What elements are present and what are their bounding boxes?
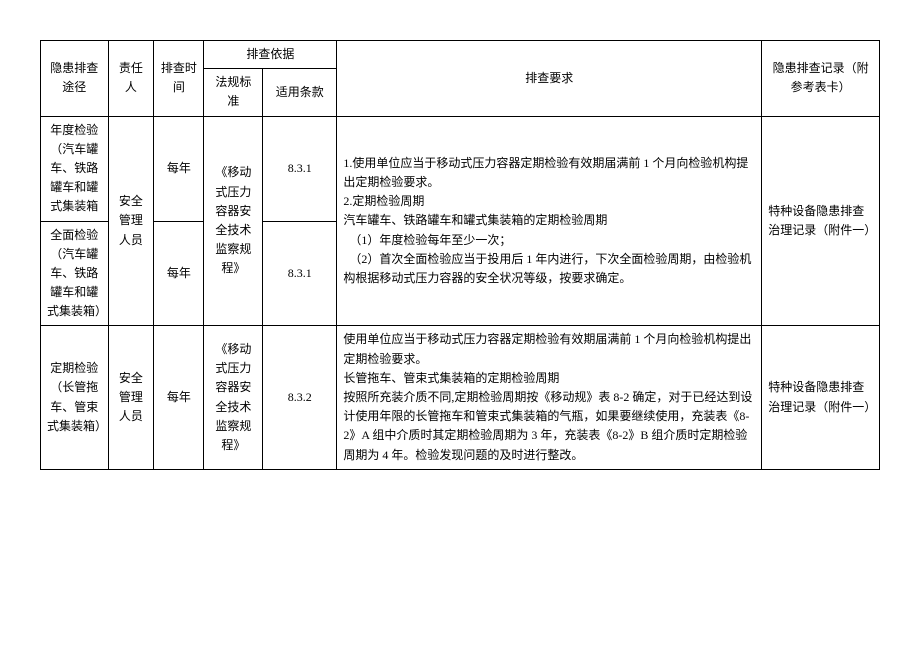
cell-requirement: 1.使用单位应当于移动式压力容器定期检验有效期届满前 1 个月向检验机构提出定期…	[337, 116, 762, 326]
cell-basis-clause: 8.3.2	[263, 326, 337, 469]
cell-responsible: 安全管理人员	[108, 116, 154, 326]
header-responsible: 责任人	[108, 41, 154, 117]
header-basis-standard: 法规标准	[204, 69, 263, 116]
cell-basis-standard: 《移动式压力容器安全技术监察规程》	[204, 326, 263, 469]
cell-time: 每年	[154, 221, 204, 326]
cell-record: 特种设备隐患排查治理记录（附件一）	[762, 116, 880, 326]
cell-route: 年度检验（汽车罐车、铁路罐车和罐式集装箱	[41, 116, 109, 221]
cell-basis-clause: 8.3.1	[263, 116, 337, 221]
table-row: 定期检验（长管拖车、管束式集装箱） 安全管理人员 每年 《移动式压力容器安全技术…	[41, 326, 880, 469]
header-record: 隐患排查记录（附参考表卡）	[762, 41, 880, 117]
cell-route: 全面检验（汽车罐车、铁路罐车和罐式集装箱）	[41, 221, 109, 326]
header-basis-clause: 适用条款	[263, 69, 337, 116]
cell-time: 每年	[154, 116, 204, 221]
inspection-table: 隐患排查途径 责任人 排查时间 排查依据 排查要求 隐患排查记录（附参考表卡） …	[40, 40, 880, 470]
cell-requirement: 使用单位应当于移动式压力容器定期检验有效期届满前 1 个月向检验机构提出定期检验…	[337, 326, 762, 469]
cell-responsible: 安全管理人员	[108, 326, 154, 469]
cell-route: 定期检验（长管拖车、管束式集装箱）	[41, 326, 109, 469]
table-row: 年度检验（汽车罐车、铁路罐车和罐式集装箱 安全管理人员 每年 《移动式压力容器安…	[41, 116, 880, 221]
header-requirement: 排查要求	[337, 41, 762, 117]
header-time: 排查时间	[154, 41, 204, 117]
cell-time: 每年	[154, 326, 204, 469]
header-route: 隐患排查途径	[41, 41, 109, 117]
header-basis-group: 排查依据	[204, 41, 337, 69]
cell-basis-clause: 8.3.1	[263, 221, 337, 326]
cell-record: 特种设备隐患排查治理记录（附件一）	[762, 326, 880, 469]
cell-basis-standard: 《移动式压力容器安全技术监察规程》	[204, 116, 263, 326]
